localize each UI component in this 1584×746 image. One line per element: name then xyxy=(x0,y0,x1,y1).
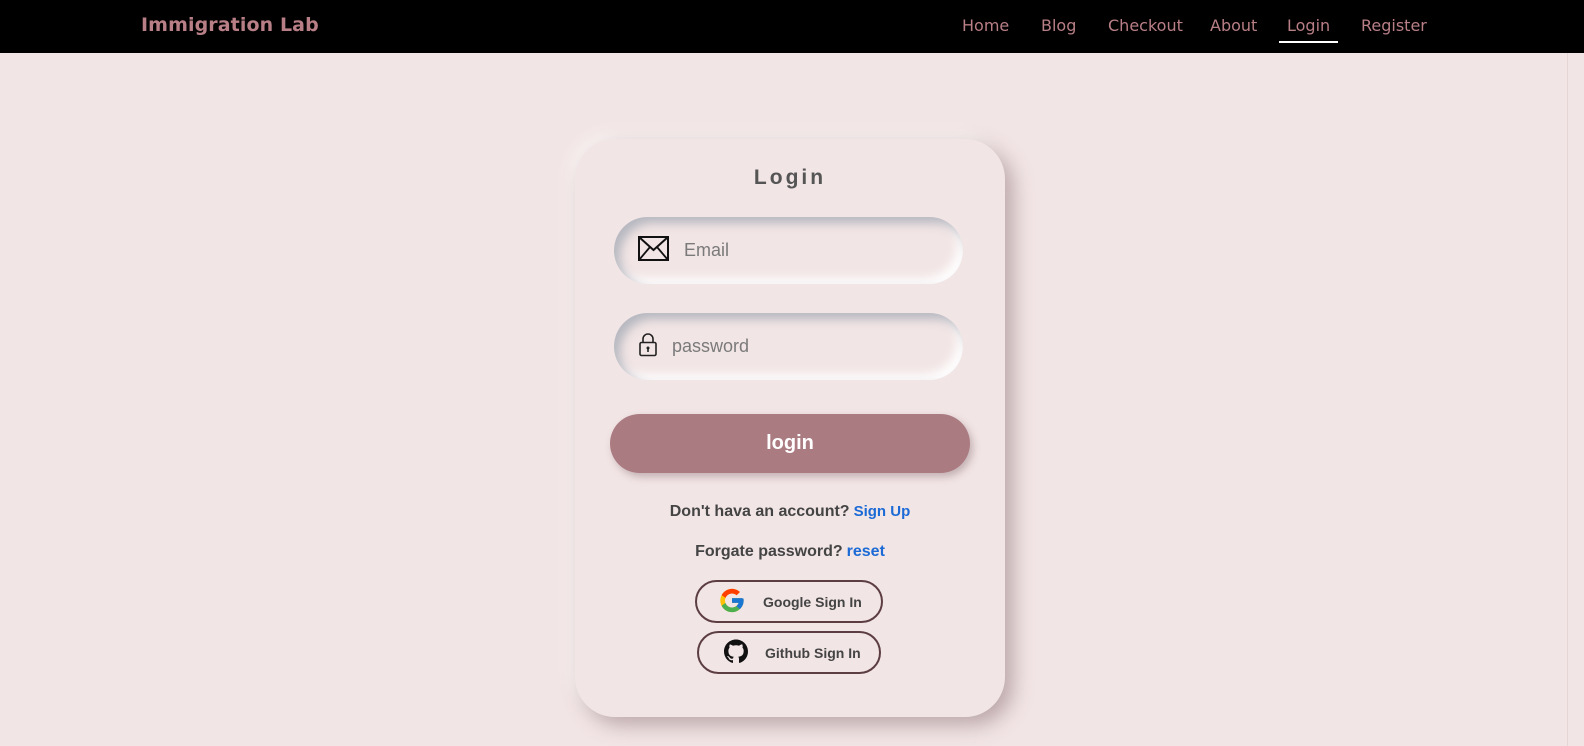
reset-prompt: Forgate password? reset xyxy=(575,543,1005,561)
github-signin-label: Github Sign In xyxy=(765,644,861,661)
github-icon xyxy=(724,639,748,666)
nav-home[interactable]: Home xyxy=(962,16,1009,35)
password-input[interactable] xyxy=(672,313,942,380)
lock-icon xyxy=(638,332,658,361)
vertical-scrollbar[interactable] xyxy=(1567,53,1584,746)
nav-login[interactable]: Login xyxy=(1278,16,1339,43)
nav-links: Home Blog Checkout About Login Register xyxy=(0,16,1584,46)
google-signin-button[interactable]: Google Sign In xyxy=(695,580,883,623)
signup-prompt-text: Don't hava an account? xyxy=(669,503,850,520)
login-button[interactable]: login xyxy=(610,414,970,473)
reset-link[interactable]: reset xyxy=(847,543,885,560)
reset-prompt-text: Forgate password? xyxy=(695,543,843,560)
nav-register[interactable]: Register xyxy=(1361,16,1427,35)
email-field[interactable] xyxy=(614,217,963,284)
envelope-icon xyxy=(638,235,669,266)
login-title: Login xyxy=(753,166,827,189)
top-navbar: Immigration Lab Home Blog Checkout About… xyxy=(0,0,1584,53)
nav-blog[interactable]: Blog xyxy=(1041,16,1076,35)
google-icon xyxy=(718,586,746,617)
password-field[interactable] xyxy=(614,313,963,380)
google-signin-label: Google Sign In xyxy=(763,593,862,610)
nav-about[interactable]: About xyxy=(1210,16,1257,35)
nav-checkout[interactable]: Checkout xyxy=(1108,16,1183,35)
signup-prompt: Don't hava an account? Sign Up xyxy=(575,503,1005,521)
signup-link[interactable]: Sign Up xyxy=(854,503,911,520)
github-signin-button[interactable]: Github Sign In xyxy=(697,631,881,674)
login-card: Login login Don't hava an account?Sign U… xyxy=(575,139,1005,717)
email-input[interactable] xyxy=(684,217,944,284)
